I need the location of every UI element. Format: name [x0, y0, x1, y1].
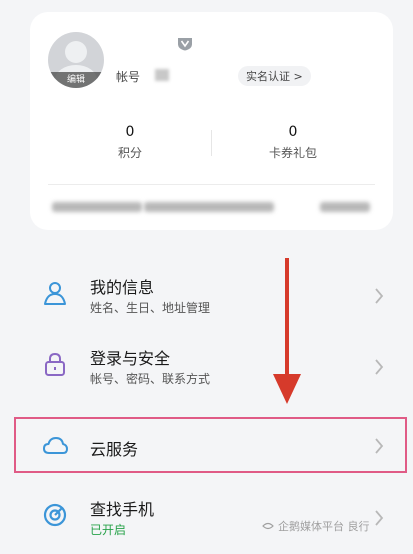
coupons-label: 卡券礼包 [268, 146, 317, 160]
account-value-masked [155, 69, 169, 81]
blurred-info-3 [320, 202, 370, 212]
chevron-right-icon [375, 510, 384, 526]
blurred-info-2 [144, 202, 274, 212]
coupons-stat[interactable]: 0 卡券礼包 [228, 124, 358, 161]
watermark-logo-icon [262, 522, 274, 530]
realname-verify-button[interactable]: 实名认证 > [238, 66, 311, 86]
coupons-value: 0 [288, 124, 298, 140]
blurred-info-1 [52, 202, 142, 212]
chevron-right-icon [375, 288, 384, 304]
chevron-right-icon [375, 359, 384, 375]
find-phone-status: 已开启 [90, 523, 127, 537]
points-value: 0 [125, 124, 135, 140]
account-label: 帐号 [116, 70, 141, 84]
avatar-edit-label[interactable]: 编辑 [48, 72, 104, 88]
menu-item-my-info[interactable]: 我的信息 姓名、生日、地址管理 [30, 262, 393, 332]
arrow-down-icon [273, 258, 301, 404]
watermark-text: 企鹅媒体平台 良行 [278, 520, 370, 533]
watermark: 企鹅媒体平台 良行 [262, 518, 370, 534]
lock-icon [45, 352, 65, 376]
profile-card: 编辑 帐号 实名认证 > 0 积分 0 卡券礼包 [30, 12, 393, 230]
vip-shield-icon [178, 38, 192, 51]
menu-title-find-phone: 查找手机 [90, 500, 155, 519]
menu-subtitle-security: 帐号、密码、联系方式 [90, 372, 211, 386]
avatar-head [65, 41, 87, 63]
target-icon [43, 503, 67, 527]
menu-title-my-info: 我的信息 [90, 278, 155, 297]
menu-item-security[interactable]: 登录与安全 帐号、密码、联系方式 [30, 333, 393, 403]
avatar[interactable]: 编辑 [48, 32, 104, 88]
cloud-service-highlight-box [14, 417, 407, 473]
card-divider [48, 184, 375, 185]
menu-subtitle-my-info: 姓名、生日、地址管理 [90, 301, 211, 315]
points-stat[interactable]: 0 积分 [65, 124, 195, 161]
points-label: 积分 [117, 146, 142, 160]
stats-divider [211, 130, 212, 156]
person-icon [44, 282, 66, 305]
menu-title-security: 登录与安全 [90, 349, 171, 368]
